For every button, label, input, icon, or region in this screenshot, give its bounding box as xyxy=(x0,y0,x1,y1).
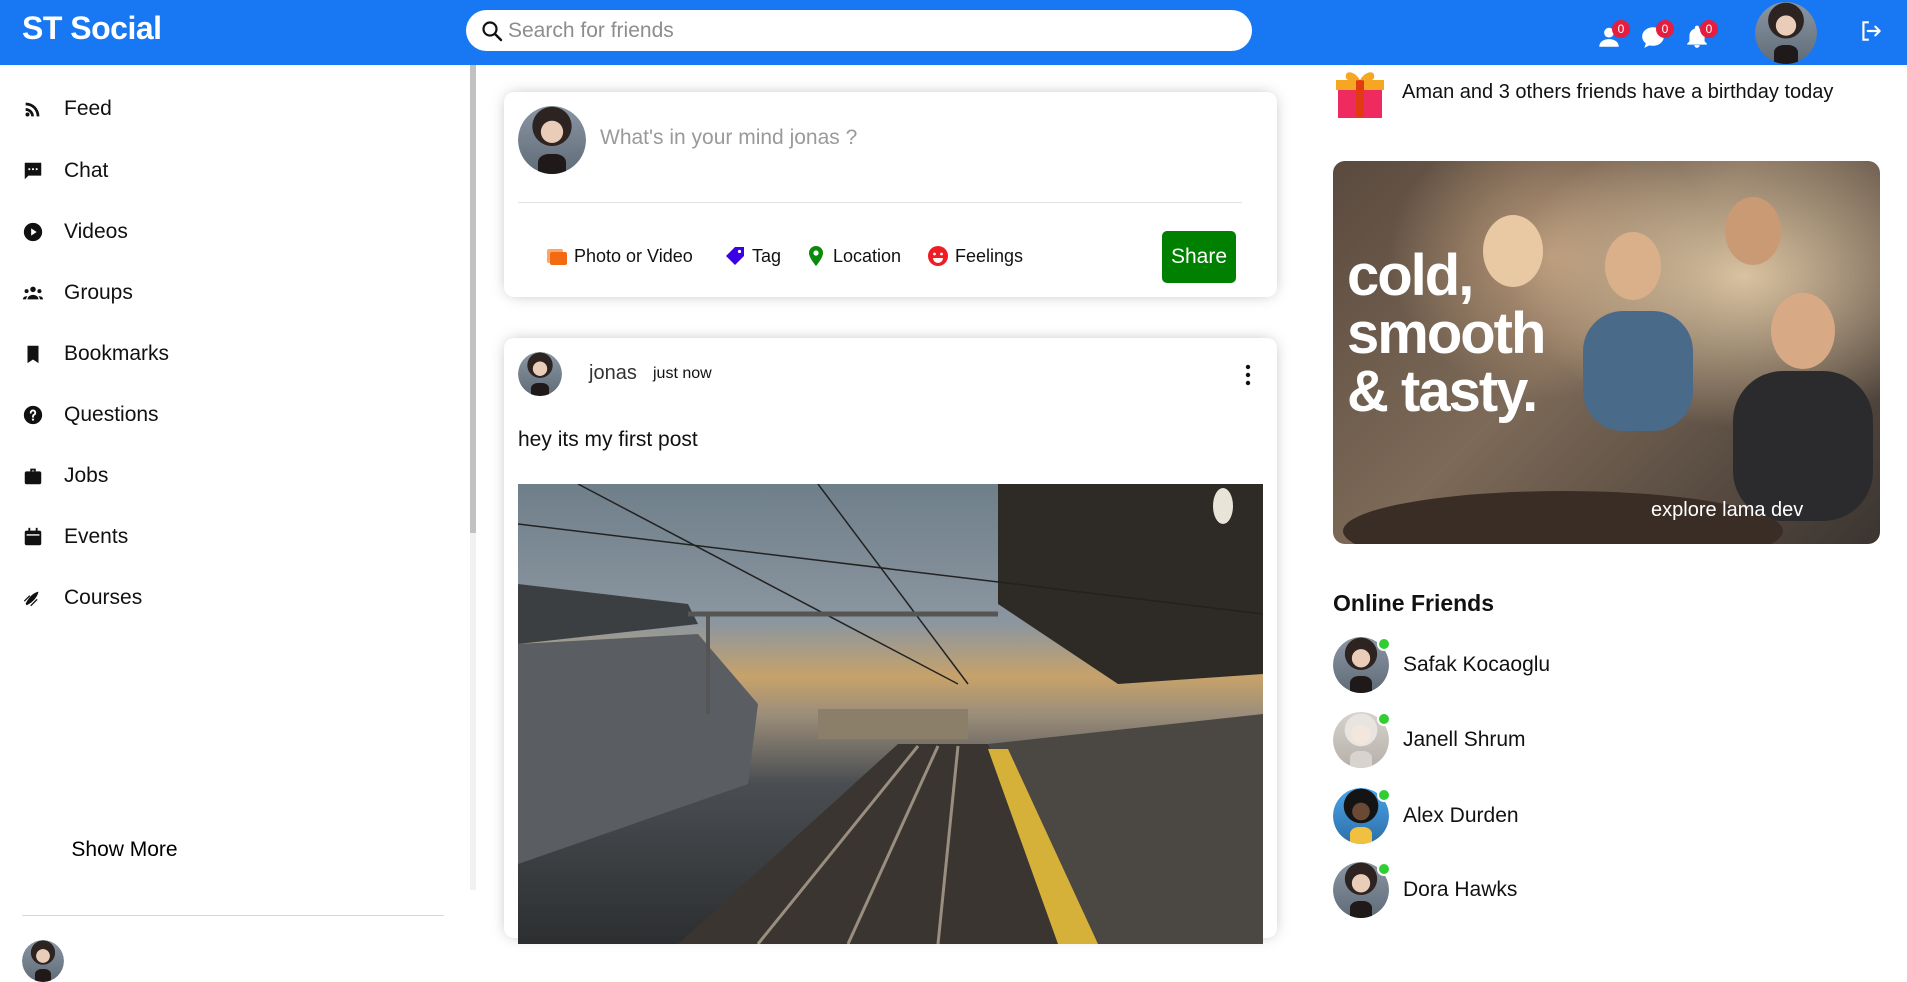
search-bar xyxy=(466,10,1252,51)
post-text: hey its my first post xyxy=(518,428,698,451)
gift-icon xyxy=(1336,72,1384,118)
school-icon xyxy=(23,591,39,607)
sidebar-scrollbar[interactable] xyxy=(470,65,476,890)
emoji-icon xyxy=(928,246,948,266)
share-option-label: Feelings xyxy=(955,245,1024,266)
sidebar-item-courses[interactable]: Courses xyxy=(22,583,142,613)
post-username[interactable]: jonas xyxy=(589,362,637,385)
share-option-photo[interactable]: Photo or Video xyxy=(545,244,693,268)
notifications-badge: 0 xyxy=(1700,20,1718,38)
sidebar-item-groups[interactable]: Groups xyxy=(22,278,133,308)
friend-requests-button[interactable]: 0 xyxy=(1596,20,1630,50)
group-icon xyxy=(22,286,44,300)
photo-icon xyxy=(547,249,567,265)
friend-avatar xyxy=(1333,637,1391,693)
sidebar-item-label: Bookmarks xyxy=(64,342,170,365)
share-option-label: Tag xyxy=(752,245,782,266)
sidebar-item-bookmarks[interactable]: Bookmarks xyxy=(22,339,169,369)
location-icon xyxy=(809,246,823,266)
scrollbar-thumb[interactable] xyxy=(470,65,476,533)
sidebar-item-videos[interactable]: Videos xyxy=(22,217,128,247)
post-timestamp: just now xyxy=(653,365,712,382)
share-option-label: Photo or Video xyxy=(574,245,693,266)
more-vert-icon[interactable] xyxy=(1244,364,1252,386)
search-input[interactable] xyxy=(508,18,1208,43)
online-status-dot xyxy=(1377,862,1391,876)
share-option-location[interactable]: Location xyxy=(804,244,901,268)
topbar: ST Social 0 0 0 xyxy=(0,0,1907,65)
bookmark-icon xyxy=(27,345,39,364)
briefcase-icon xyxy=(24,468,42,485)
online-status-dot xyxy=(1377,637,1391,651)
friend-avatar xyxy=(1333,788,1391,844)
sidebar-item-jobs[interactable]: Jobs xyxy=(22,461,108,491)
ad-headline-line: cold, xyxy=(1347,243,1474,308)
ad-tagline: explore lama dev xyxy=(1651,499,1804,521)
friend-requests-badge: 0 xyxy=(1612,20,1630,38)
online-friend-item[interactable]: Dora Hawks xyxy=(1333,862,1517,918)
sidebar-item-label: Videos xyxy=(64,220,128,243)
app-logo[interactable]: ST Social xyxy=(22,10,162,47)
tag-icon xyxy=(726,247,744,265)
rss-icon xyxy=(25,102,40,117)
train-station-illustration xyxy=(518,484,1263,944)
messages-badge: 0 xyxy=(1656,20,1674,38)
online-friends-title: Online Friends xyxy=(1333,590,1495,616)
friend-name: Alex Durden xyxy=(1403,804,1519,827)
sidebar-item-chat[interactable]: Chat xyxy=(22,156,108,186)
sidebar-friend-avatar[interactable] xyxy=(22,940,64,982)
post-image[interactable] xyxy=(518,484,1263,944)
friend-name: Safak Kocaoglu xyxy=(1403,653,1551,676)
sidebar-item-label: Questions xyxy=(64,403,159,426)
friend-name: Janell Shrum xyxy=(1403,728,1526,751)
share-divider xyxy=(518,202,1242,203)
sidebar-item-label: Events xyxy=(64,525,129,548)
share-option-feelings[interactable]: Feelings xyxy=(926,244,1023,268)
birthday-text: Aman and 3 others friends have a birthda… xyxy=(1402,81,1834,103)
calendar-icon xyxy=(24,527,42,546)
online-friend-item[interactable]: Safak Kocaoglu xyxy=(1333,637,1550,693)
share-option-tag[interactable]: Tag xyxy=(723,244,781,268)
friend-name: Dora Hawks xyxy=(1403,878,1518,901)
help-circle-icon xyxy=(23,405,43,425)
profile-avatar[interactable] xyxy=(1755,2,1817,64)
ad-headline-line: smooth xyxy=(1347,301,1546,366)
sidebar-divider xyxy=(22,915,444,916)
notifications-button[interactable]: 0 xyxy=(1684,20,1718,50)
online-friend-item[interactable]: Janell Shrum xyxy=(1333,712,1526,768)
sidebar-item-label: Courses xyxy=(64,586,143,609)
sidebar-item-events[interactable]: Events xyxy=(22,522,128,552)
messages-button[interactable]: 0 xyxy=(1640,20,1674,50)
online-friend-item[interactable]: Alex Durden xyxy=(1333,788,1519,844)
post-avatar[interactable] xyxy=(518,352,562,396)
share-button[interactable]: Share xyxy=(1162,231,1236,283)
logout-icon[interactable] xyxy=(1858,18,1884,44)
share-input[interactable] xyxy=(600,126,1200,150)
sidebar-item-feed[interactable]: Feed xyxy=(22,94,112,124)
sidebar-item-questions[interactable]: Questions xyxy=(22,400,159,430)
advertisement-banner[interactable]: cold, smooth & tasty. explore lama dev xyxy=(1333,161,1880,544)
online-status-dot xyxy=(1377,712,1391,726)
friend-avatar xyxy=(1333,712,1391,768)
ad-headline-line: & tasty. xyxy=(1347,359,1538,424)
topbar-icons: 0 0 0 xyxy=(1596,20,1718,50)
post-card: jonas just now hey its my first post xyxy=(504,338,1277,944)
friend-avatar xyxy=(1333,862,1391,918)
search-icon xyxy=(482,20,503,41)
birthday-notice[interactable]: Aman and 3 others friends have a birthda… xyxy=(1334,64,1833,120)
share-option-label: Location xyxy=(833,245,902,266)
sidebar-item-label: Chat xyxy=(64,159,109,182)
sidebar-item-label: Jobs xyxy=(64,464,109,487)
play-circle-icon xyxy=(23,222,43,242)
online-status-dot xyxy=(1377,788,1391,802)
share-avatar[interactable] xyxy=(518,106,586,174)
show-more-button[interactable]: Show More xyxy=(22,825,227,875)
sidebar-item-label: Feed xyxy=(64,97,112,120)
share-card: Photo or Video Tag Location Feelings Sha… xyxy=(504,92,1277,297)
left-sidebar: Feed Chat Videos Groups Bookmarks Questi… xyxy=(0,65,470,982)
sidebar-item-label: Groups xyxy=(64,281,133,304)
chat-icon xyxy=(24,162,42,180)
ad-headline: cold, smooth & tasty. xyxy=(1347,243,1546,424)
